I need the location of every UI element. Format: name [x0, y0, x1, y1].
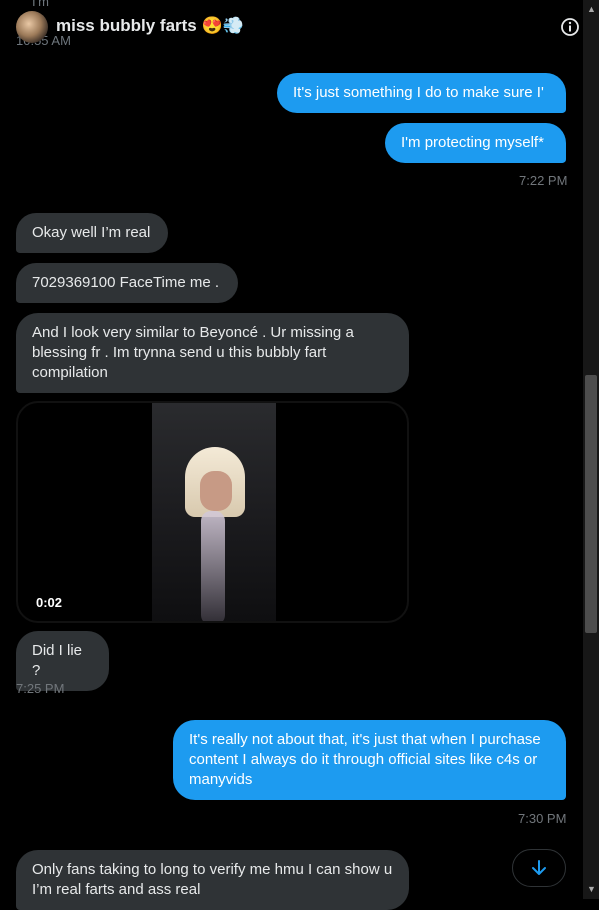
info-icon[interactable]	[560, 17, 580, 37]
message-timestamp: 7:25 PM	[16, 681, 65, 696]
video-duration: 0:02	[36, 595, 63, 610]
scroll-up-icon[interactable]: ▲	[587, 4, 596, 14]
scroll-down-icon[interactable]: ▼	[587, 884, 596, 894]
overflow-message-text: I'm	[32, 0, 49, 9]
scrollbar[interactable]: ▲ ▼	[583, 0, 599, 899]
message-incoming[interactable]: 7029369100 FaceTime me .	[16, 263, 238, 303]
scrollbar-thumb[interactable]	[585, 375, 597, 633]
message-incoming[interactable]: And I look very similar to Beyoncé . Ur …	[16, 313, 409, 393]
jump-to-latest-button[interactable]	[512, 849, 566, 887]
message-incoming[interactable]: Only fans taking to long to verify me hm…	[16, 850, 409, 910]
video-thumbnail-face	[200, 471, 232, 511]
message-outgoing[interactable]: I'm protecting myself*	[385, 123, 566, 163]
arrow-down-icon	[532, 860, 546, 875]
avatar[interactable]	[16, 11, 48, 43]
video-attachment[interactable]: 0:02	[16, 401, 409, 623]
conversation-title[interactable]: miss bubbly farts 😍💨	[56, 16, 244, 36]
message-timestamp: 7:22 PM	[519, 173, 568, 188]
conversation-scroll[interactable]: It's just something I do to make sure I'…	[0, 0, 583, 910]
message-timestamp: 7:30 PM	[518, 811, 567, 826]
conversation-header: I'm 10:55 AM miss bubbly farts 😍💨	[0, 0, 583, 53]
message-incoming[interactable]: Okay well I’m real	[16, 213, 168, 253]
video-thumbnail-smoke	[201, 511, 225, 621]
message-outgoing[interactable]: It's really not about that, it's just th…	[173, 720, 566, 800]
message-outgoing[interactable]: It's just something I do to make sure I'	[277, 73, 566, 113]
